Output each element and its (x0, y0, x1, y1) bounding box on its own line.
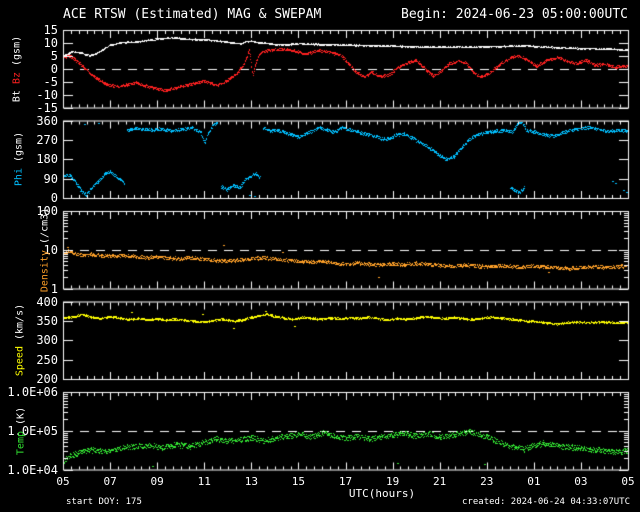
y-axis-label-part: Temp (15, 424, 27, 455)
x-tick-label: 01 (527, 475, 541, 488)
y-tick-label: 1.0E+06 (7, 385, 58, 399)
y-tick-label: 200 (36, 372, 58, 386)
chart-canvas (0, 0, 640, 512)
y-axis-label-part: (gsm) (13, 132, 25, 163)
y-tick-label: 15 (43, 23, 58, 37)
x-tick-label: 07 (103, 475, 117, 488)
x-tick-label: 13 (244, 475, 258, 488)
x-tick-label: 05 (56, 475, 70, 488)
y-axis-label-part: Bz (11, 65, 23, 84)
y-tick-label: 1.0E+05 (7, 424, 58, 438)
y-tick-label: -10 (36, 88, 58, 102)
y-tick-label: 10 (43, 36, 58, 50)
y-tick-label: 5 (50, 49, 58, 63)
y-axis-label: Temp (K) (16, 407, 27, 455)
y-tick-label: 350 (36, 314, 58, 328)
y-axis-label-part: (/cm3) (39, 207, 51, 244)
y-axis-label-part: (km/s) (14, 304, 26, 341)
begin-timestamp: Begin: 2024-06-23 05:00:00UTC (401, 7, 628, 22)
screen: ACE RTSW (Estimated) MAG & SWEPAM Begin:… (0, 0, 640, 512)
page-title: ACE RTSW (Estimated) MAG & SWEPAM (63, 7, 322, 22)
y-axis-label-part: (K) (15, 406, 27, 425)
x-tick-label: 19 (385, 475, 400, 488)
y-axis-label-part: Phi (13, 162, 25, 187)
y-axis-label: Density (/cm3) (40, 208, 51, 292)
y-axis-label-part: Speed (14, 340, 26, 377)
y-axis-label-part: Density (39, 243, 51, 292)
x-tick-label: 17 (338, 475, 353, 488)
y-axis-label-part: (gsm) (11, 35, 23, 66)
y-tick-label: 0 (50, 62, 58, 76)
y-tick-label: 400 (36, 295, 58, 309)
y-tick-label: 90 (43, 172, 58, 186)
y-tick-label: 250 (36, 353, 58, 367)
x-tick-label: 21 (433, 475, 447, 488)
x-tick-label: 15 (291, 475, 306, 488)
x-tick-label: 23 (480, 475, 494, 488)
y-tick-label: 0 (50, 191, 58, 205)
y-axis-label: Speed (km/s) (15, 304, 26, 376)
x-tick-label: 09 (150, 475, 164, 488)
x-axis-title: UTC(hours) (348, 487, 416, 500)
y-tick-label: -5 (43, 75, 58, 89)
created-timestamp: created: 2024-06-24 04:33:07UTC (462, 497, 630, 507)
y-axis-label: Phi (gsm) (14, 132, 25, 186)
start-doy-label: start DOY: 175 (66, 497, 142, 507)
x-tick-label: 05 (621, 475, 635, 488)
y-axis-label-part: Bt (11, 83, 23, 102)
y-axis-label: Bt Bz (gsm) (12, 36, 23, 102)
y-tick-label: 180 (36, 152, 58, 166)
x-tick-label: 03 (574, 475, 588, 488)
y-tick-label: 300 (36, 333, 58, 347)
y-tick-label: 270 (36, 133, 58, 147)
y-tick-label: -15 (36, 101, 58, 115)
x-tick-label: 11 (197, 475, 211, 488)
y-tick-label: 360 (36, 114, 58, 128)
